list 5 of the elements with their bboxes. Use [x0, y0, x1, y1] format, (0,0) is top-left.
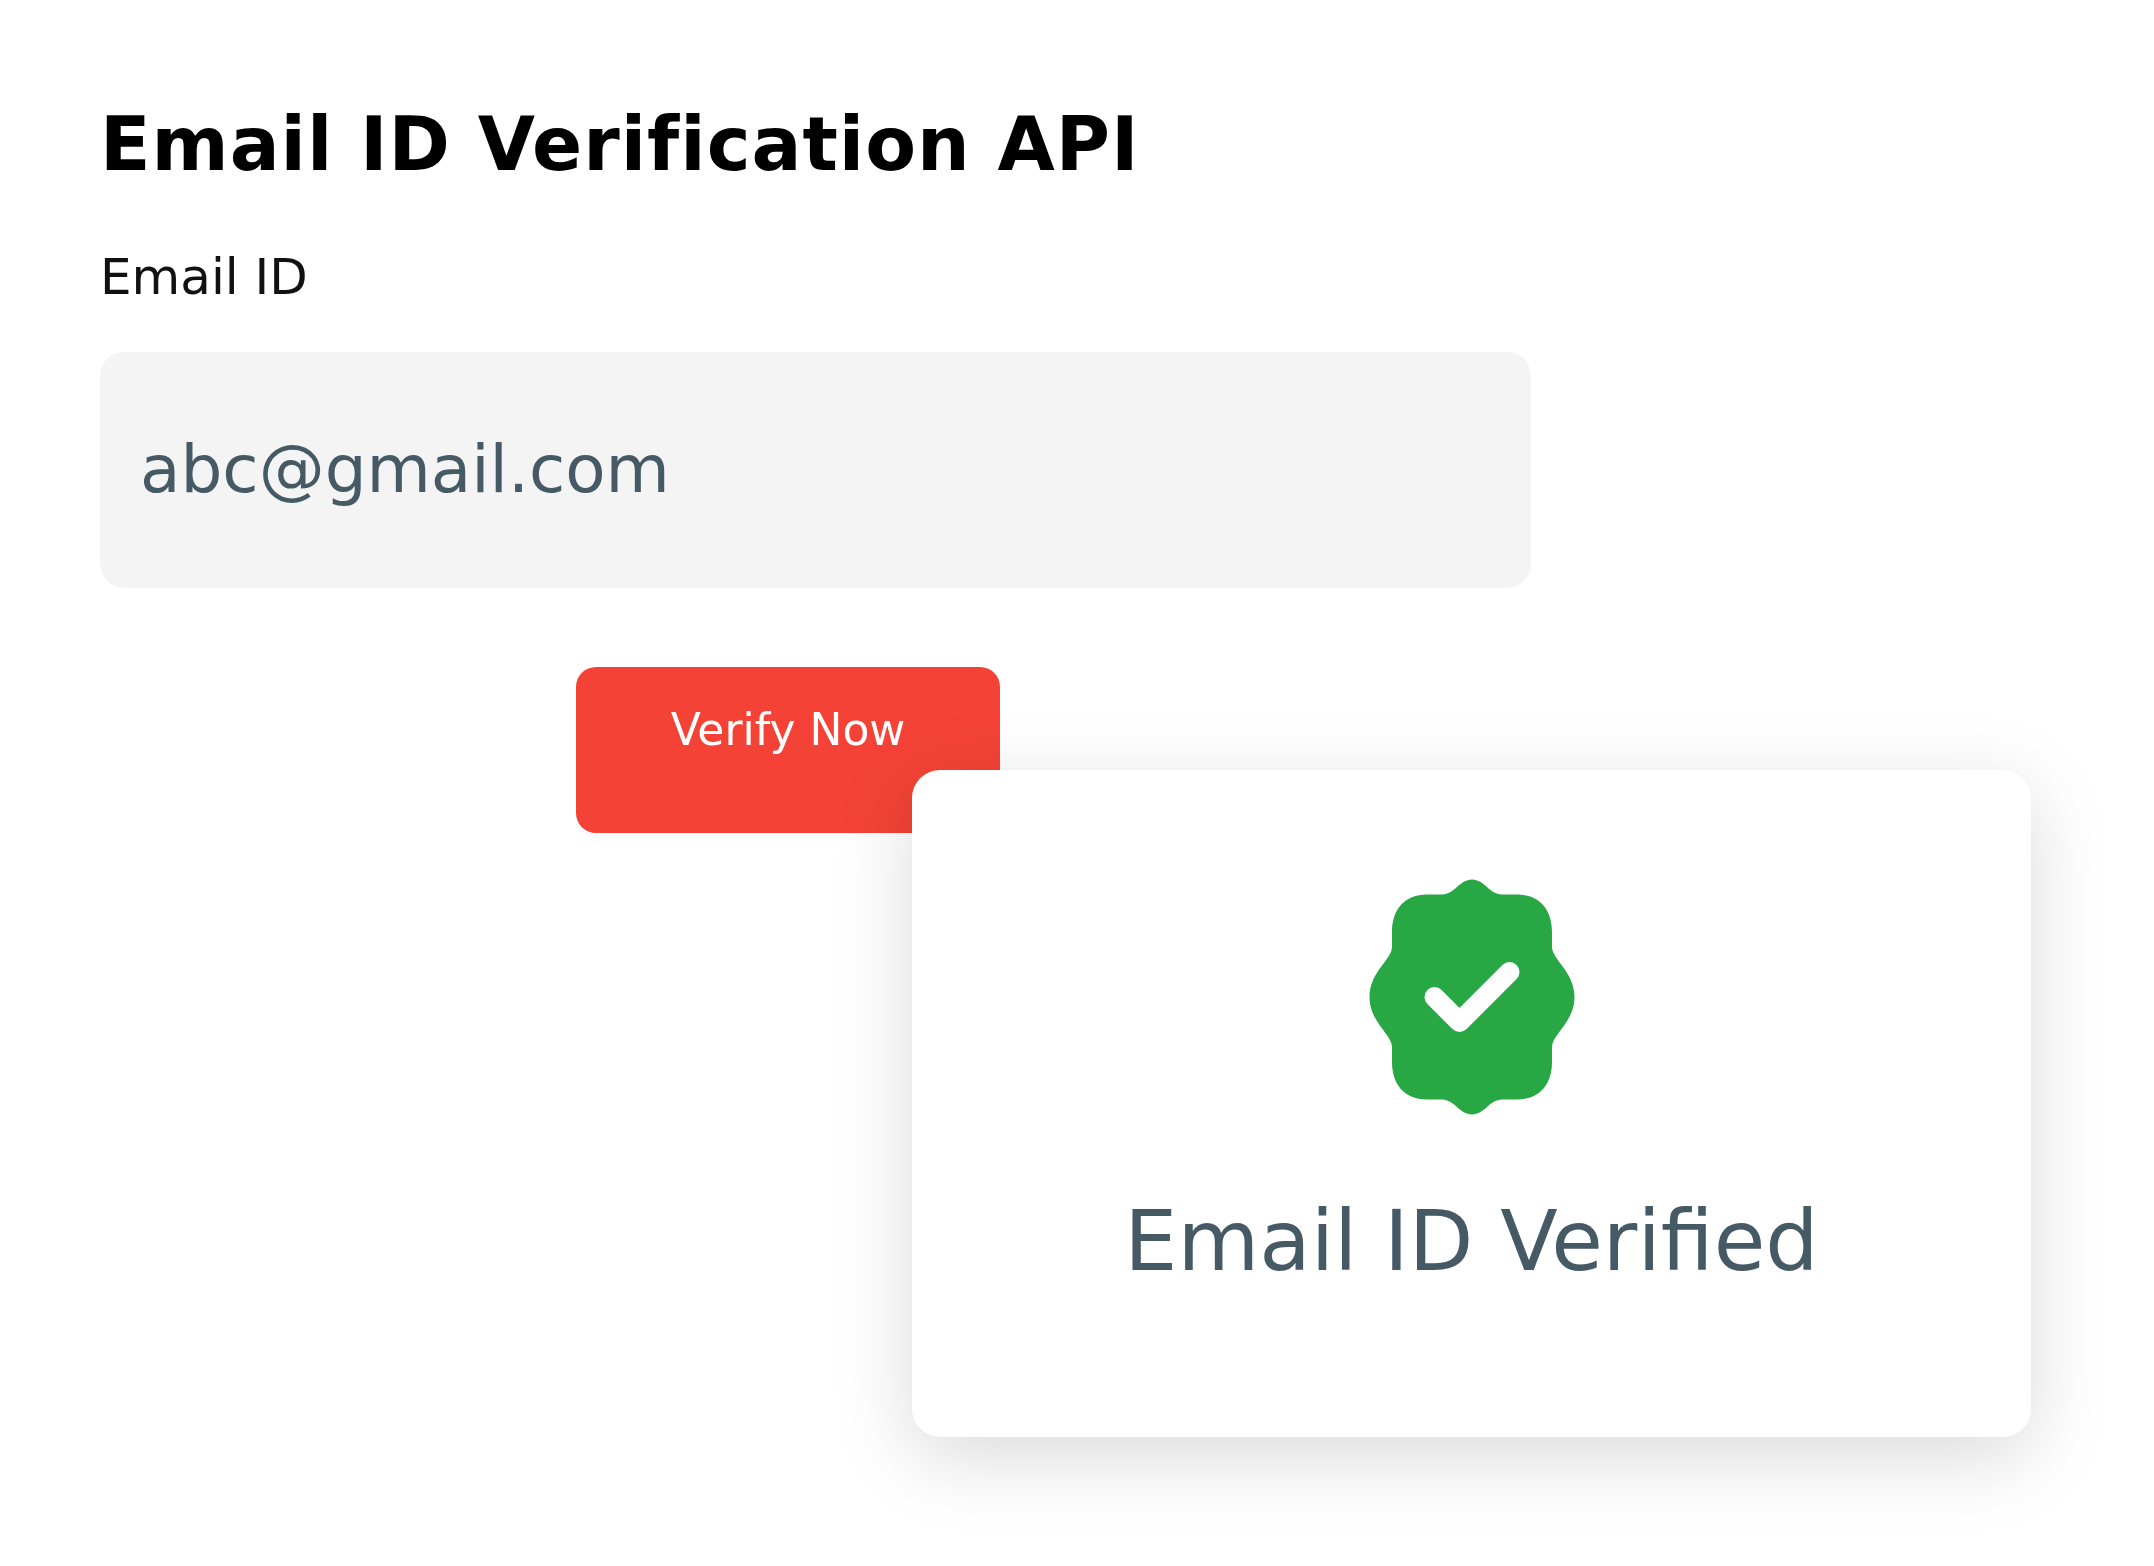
page-title: Email ID Verification API — [100, 100, 1141, 189]
field-label: Email ID — [100, 246, 309, 307]
email-input-field[interactable]: abc@gmail.com — [100, 351, 1531, 588]
result-message: Email ID Verified — [1124, 1191, 1819, 1290]
verify-button[interactable]: Verify Now — [576, 666, 1000, 833]
